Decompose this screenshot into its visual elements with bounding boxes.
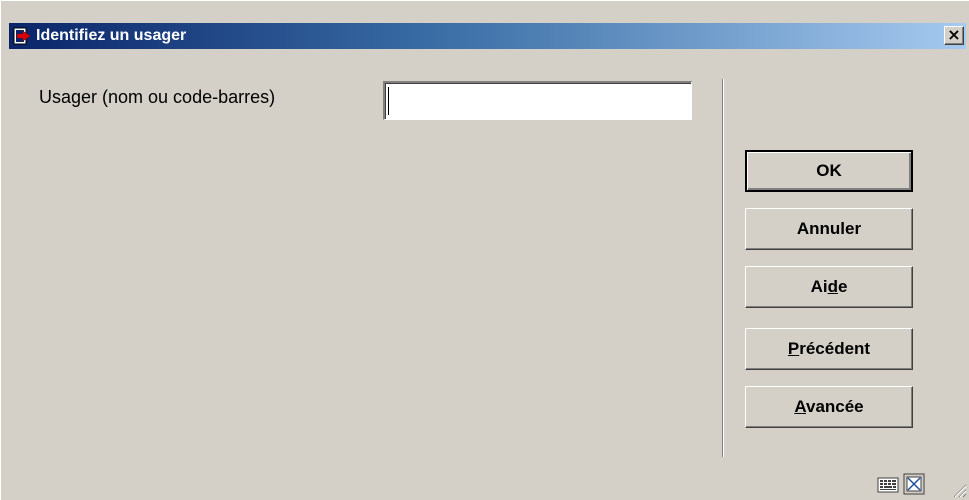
aide-button[interactable]: Aide [745,266,913,308]
avancee-button[interactable]: Avancée [745,386,913,428]
usager-label: Usager (nom ou code-barres) [39,87,276,107]
aide-label-post: e [837,277,848,296]
precedent-label-post: récédent [799,339,871,358]
annuler-button-label: Annuler [796,219,862,238]
precedent-button[interactable]: Précédent [745,328,913,370]
window-title: Identifiez un usager [36,27,187,44]
avancee-label-post: vancée [805,397,864,416]
login-arrow-icon [13,27,31,45]
title-bar[interactable]: Identifiez un usager × [9,23,966,49]
dialog-window: Identifiez un usager × Usager (nom ou co… [0,0,969,500]
aide-label-mnemonic: d [827,277,838,296]
keyboard-icon[interactable] [877,473,899,495]
close-icon: × [947,25,961,44]
aide-label-pre: Ai [810,277,828,296]
avancee-label-mnemonic: A [794,397,806,416]
ok-button-label: OK [816,161,842,180]
vertical-separator [722,79,724,457]
precedent-label-mnemonic: P [787,339,800,358]
close-button[interactable]: × [944,26,964,45]
usager-input[interactable] [383,81,692,120]
resize-grip-icon[interactable] [951,482,967,498]
text-caret [388,87,389,115]
annuler-button[interactable]: Annuler [745,208,913,250]
ok-button[interactable]: OK [745,150,913,192]
maximize-icon[interactable] [903,473,925,495]
